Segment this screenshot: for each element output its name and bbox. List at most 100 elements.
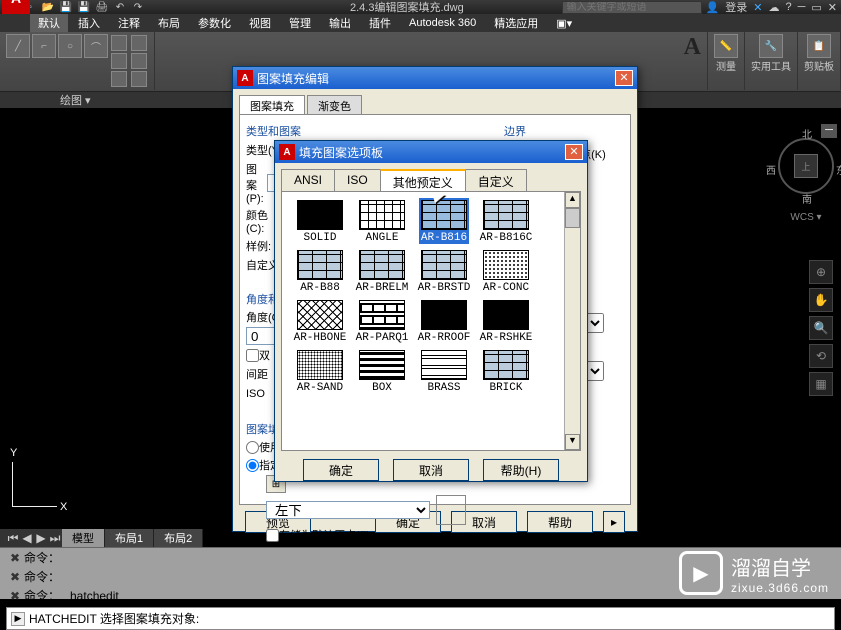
point-icon[interactable] — [131, 53, 147, 69]
pattern-ar-rshke[interactable]: AR-RSHKE — [476, 300, 536, 344]
signin-icon[interactable]: 👤 — [706, 1, 720, 14]
pattern-ar-conc[interactable]: AR-CONC — [476, 250, 536, 294]
hatch-expand-button[interactable]: ▸ — [603, 511, 625, 533]
utilities-icon[interactable]: 🔧 — [759, 34, 783, 58]
pattern-swatch[interactable] — [297, 250, 343, 280]
palette-scrollbar[interactable]: ▲ ▼ — [564, 192, 580, 450]
rect-icon[interactable] — [111, 35, 127, 51]
compass-north[interactable]: 北 — [802, 126, 812, 141]
pattern-swatch[interactable] — [421, 250, 467, 280]
circle-icon[interactable]: ○ — [58, 34, 82, 58]
ribbon-tab-parametric[interactable]: 参数化 — [190, 14, 239, 32]
pattern-swatch[interactable] — [421, 200, 467, 230]
cloud-icon[interactable]: ☁ — [768, 1, 779, 14]
app-menu-button[interactable]: A — [2, 0, 30, 14]
close-window-icon[interactable]: ✕ — [828, 1, 837, 14]
ribbon-tab-layout[interactable]: 布局 — [150, 14, 188, 32]
help-icon[interactable]: ? — [785, 1, 791, 13]
hatch-tab-pattern[interactable]: 图案填充 — [239, 95, 305, 114]
pattern-swatch[interactable] — [297, 200, 343, 230]
use-origin-radio[interactable] — [246, 441, 259, 454]
tab-first-icon[interactable]: ⏮ — [6, 531, 20, 546]
ribbon-tab-output[interactable]: 输出 — [321, 14, 359, 32]
ribbon-tab-featured[interactable]: 精选应用 — [486, 14, 546, 32]
hatch-tab-gradient[interactable]: 渐变色 — [307, 95, 362, 114]
spec-origin-radio[interactable] — [246, 459, 259, 472]
pattern-swatch[interactable] — [359, 200, 405, 230]
palette-help-button[interactable]: 帮助(H) — [483, 459, 559, 481]
measure-icon[interactable]: 📏 — [714, 34, 738, 58]
store-default-checkbox[interactable] — [266, 529, 279, 542]
maximize-icon[interactable]: ▭ — [811, 1, 821, 14]
pan-icon[interactable]: ✋ — [809, 288, 833, 312]
pattern-ar-parq1[interactable]: AR-PARQ1 — [352, 300, 412, 344]
palette-dialog-titlebar[interactable]: A 填充图案选项板 ✕ — [275, 141, 587, 163]
palette-dialog-close-icon[interactable]: ✕ — [565, 144, 583, 160]
pattern-swatch[interactable] — [483, 350, 529, 380]
palette-tab-ansi[interactable]: ANSI — [281, 169, 335, 191]
viewcube[interactable]: ─ 北 南 东 西 上 WCS ▾ — [775, 124, 837, 224]
exchange-icon[interactable]: ✕ — [753, 1, 762, 14]
pattern-ar-b88[interactable]: AR-B88 — [290, 250, 350, 294]
undo-icon[interactable]: ↶ — [112, 0, 128, 14]
pattern-ar-sand[interactable]: AR-SAND — [290, 350, 350, 394]
scroll-up-icon[interactable]: ▲ — [565, 192, 580, 208]
command-input[interactable]: ▶ HATCHEDIT 选择图案填充对象: — [6, 607, 835, 630]
scroll-down-icon[interactable]: ▼ — [565, 434, 580, 450]
pattern-swatch[interactable] — [359, 300, 405, 330]
palette-cancel-button[interactable]: 取消 — [393, 459, 469, 481]
tab-prev-icon[interactable]: ◀ — [20, 531, 34, 545]
hatch-dialog-titlebar[interactable]: A 图案填充编辑 ✕ — [233, 67, 637, 89]
double-checkbox[interactable] — [246, 349, 259, 362]
pattern-swatch[interactable] — [483, 250, 529, 280]
ellipse-icon[interactable] — [111, 71, 127, 87]
pattern-swatch[interactable] — [421, 300, 467, 330]
origin-corner-combo[interactable]: 左下 — [266, 501, 430, 519]
pattern-swatch[interactable] — [359, 350, 405, 380]
save-icon[interactable]: 💾 — [58, 0, 74, 14]
pattern-ar-hbone[interactable]: AR-HBONE — [290, 300, 350, 344]
pattern-ar-rroof[interactable]: AR-RROOF — [414, 300, 474, 344]
ribbon-tab-annotate[interactable]: 注释 — [110, 14, 148, 32]
tab-next-icon[interactable]: ▶ — [34, 531, 48, 545]
paste-icon[interactable]: 📋 — [807, 34, 831, 58]
palette-tab-iso[interactable]: ISO — [334, 169, 381, 191]
text-a-icon[interactable]: A — [684, 34, 701, 61]
viewcube-close-icon[interactable]: ─ — [821, 124, 837, 138]
ribbon-tab-insert[interactable]: 插入 — [70, 14, 108, 32]
pattern-swatch[interactable] — [483, 200, 529, 230]
wcs-dropdown[interactable]: WCS ▾ — [775, 212, 837, 223]
region-icon[interactable] — [131, 71, 147, 87]
hatch-help-button[interactable]: 帮助 — [527, 511, 593, 533]
viewcube-top-face[interactable]: 上 — [794, 154, 818, 178]
pattern-solid[interactable]: SOLID — [290, 200, 350, 244]
pattern-swatch[interactable] — [297, 300, 343, 330]
pattern-ar-brstd[interactable]: AR-BRSTD — [414, 250, 474, 294]
line-icon[interactable]: ╱ — [6, 34, 30, 58]
pattern-ar-b816[interactable]: AR-B816 — [414, 200, 474, 244]
compass-west[interactable]: 西 — [766, 162, 776, 177]
hatch-dialog-close-icon[interactable]: ✕ — [615, 70, 633, 86]
zoom-extents-icon[interactable]: 🔍 — [809, 316, 833, 340]
pattern-angle[interactable]: ANGLE — [352, 200, 412, 244]
hatch-icon[interactable] — [131, 35, 147, 51]
layout1-tab[interactable]: 布局1 — [105, 529, 154, 547]
pattern-ar-b816c[interactable]: AR-B816C — [476, 200, 536, 244]
saveas-icon[interactable]: 💾 — [76, 0, 92, 14]
showui-icon[interactable]: ▦ — [809, 372, 833, 396]
scroll-thumb[interactable] — [565, 208, 580, 228]
print-icon[interactable]: 🖨 — [94, 0, 110, 14]
redo-icon[interactable]: ↷ — [130, 0, 146, 14]
pattern-ar-brelm[interactable]: AR-BRELM — [352, 250, 412, 294]
ribbon-tab-manage[interactable]: 管理 — [281, 14, 319, 32]
pattern-swatch[interactable] — [483, 300, 529, 330]
spline-icon[interactable] — [111, 53, 127, 69]
palette-ok-button[interactable]: 确定 — [303, 459, 379, 481]
pattern-box[interactable]: BOX — [352, 350, 412, 394]
ribbon-tab-default[interactable]: 默认 — [30, 14, 68, 32]
ribbon-tab-view[interactable]: 视图 — [241, 14, 279, 32]
palette-tab-other[interactable]: 其他预定义 — [380, 169, 466, 191]
orbit-icon[interactable]: ⟲ — [809, 344, 833, 368]
wheel-icon[interactable]: ⊕ — [809, 260, 833, 284]
compass-east[interactable]: 东 — [836, 162, 841, 177]
